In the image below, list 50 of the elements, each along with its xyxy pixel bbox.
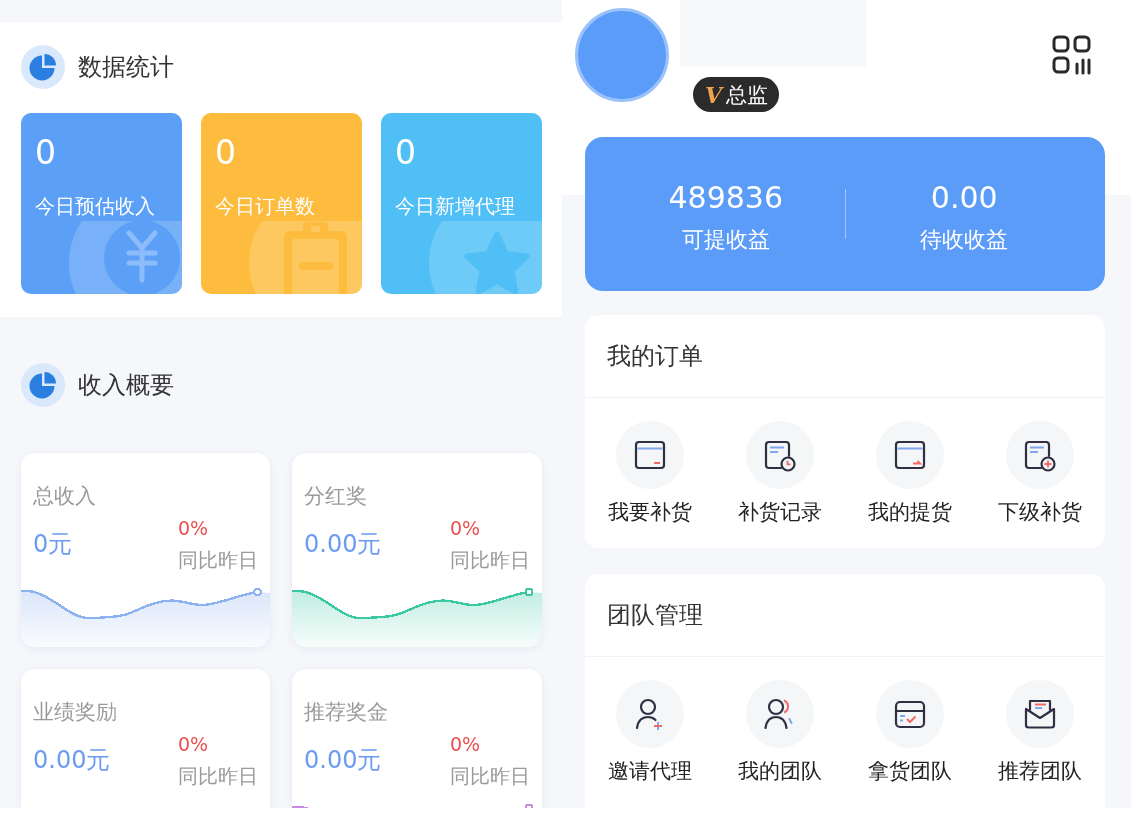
change-percent: 0% <box>450 732 481 756</box>
stat-value: 0 <box>395 135 416 171</box>
change-percent: 0% <box>450 516 481 540</box>
stat-label: 今日预估收入 <box>35 193 155 219</box>
shortcut-button[interactable]: 推荐团队 <box>998 680 1082 784</box>
document-clock-icon <box>746 421 814 489</box>
pie-chart-icon <box>21 363 65 407</box>
income-title: 分红奖 <box>304 484 367 508</box>
pie-chart-icon <box>21 45 65 89</box>
income-amount: 0.00元 <box>304 745 382 775</box>
balance-label: 待收收益 <box>920 227 1009 253</box>
compare-label: 同比昨日 <box>450 548 530 572</box>
rank-label: 总监 <box>726 81 769 108</box>
shortcut-button[interactable]: 我的提货 <box>868 421 952 525</box>
compare-label: 同比昨日 <box>178 764 258 788</box>
section-title: 数据统计 <box>78 52 174 82</box>
stat-value: 0 <box>35 135 56 171</box>
income-title: 总收入 <box>33 484 96 508</box>
change-percent: 0% <box>178 516 209 540</box>
two-users-icon <box>746 680 814 748</box>
income-title: 业绩奖励 <box>33 700 117 724</box>
card-title: 团队管理 <box>607 600 703 630</box>
box-check-icon <box>876 680 944 748</box>
income-amount: 0.00元 <box>33 745 111 775</box>
income-title: 推荐奖金 <box>304 700 388 724</box>
shortcut-button[interactable]: 下级补货 <box>998 421 1082 525</box>
qr-code-icon[interactable] <box>1052 35 1092 75</box>
shortcut-button[interactable]: 补货记录 <box>738 421 822 525</box>
user-plus-icon <box>616 680 684 748</box>
compare-label: 同比昨日 <box>178 548 258 572</box>
shortcut-button[interactable]: 拿货团队 <box>868 680 952 784</box>
level-letter: V <box>705 81 723 108</box>
document-plus-icon <box>1006 421 1074 489</box>
balance-label: 可提收益 <box>681 227 770 253</box>
shortcut-button[interactable]: 我要补货 <box>608 421 692 525</box>
envelope-letter-icon <box>1006 680 1074 748</box>
stat-value: 0 <box>215 135 236 171</box>
card-title: 我的订单 <box>607 341 703 371</box>
stat-label: 今日订单数 <box>215 193 315 219</box>
compare-label: 同比昨日 <box>450 764 530 788</box>
section-title: 收入概要 <box>78 370 174 400</box>
income-amount: 0.00元 <box>304 529 382 559</box>
change-percent: 0% <box>178 732 209 756</box>
balance-amount: 489836 <box>668 180 783 216</box>
card-minus-icon <box>616 421 684 489</box>
income-amount: 0元 <box>33 529 73 559</box>
shortcut-button[interactable]: 我的团队 <box>738 680 822 784</box>
stat-label: 今日新增代理 <box>395 193 515 219</box>
shortcut-button[interactable]: 邀请代理 <box>608 680 692 784</box>
balance-amount: 0.00 <box>930 180 998 216</box>
